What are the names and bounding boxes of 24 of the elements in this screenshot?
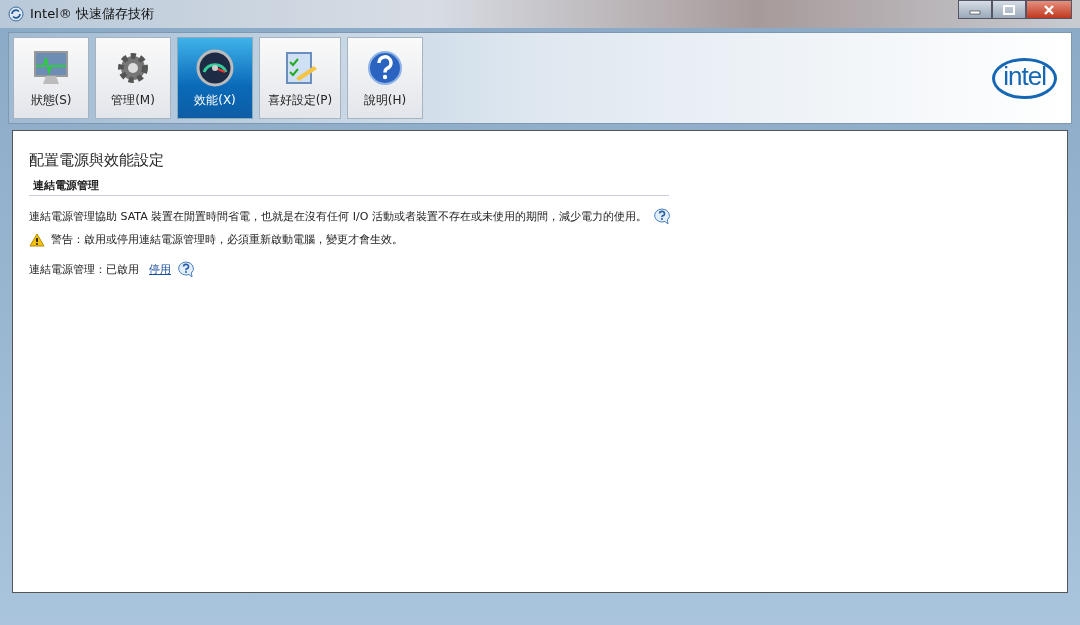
minimize-button[interactable]	[958, 0, 992, 19]
section-heading: 連結電源管理	[29, 178, 669, 196]
help-icon	[365, 48, 405, 88]
close-button[interactable]	[1026, 0, 1072, 19]
page-title: 配置電源與效能設定	[29, 151, 165, 170]
gauge-icon	[195, 48, 235, 88]
status-text: 連結電源管理：已啟用	[29, 262, 139, 277]
warning-text: 警告：啟用或停用連結電源管理時，必須重新啟動電腦，變更才會生效。	[51, 232, 403, 247]
warning-icon	[29, 232, 45, 247]
toolbar-tab[interactable]: 狀態(S)	[13, 37, 89, 119]
description-text: 連結電源管理協助 SATA 裝置在閒置時間省電，也就是在沒有任何 I/O 活動或者裝置不存在或未使用的期間，減少電力的使用。	[29, 209, 647, 224]
intel-logo: intel	[992, 57, 1057, 99]
toolbar-tab[interactable]: 管理(M)	[95, 37, 171, 119]
maximize-button[interactable]	[992, 0, 1026, 19]
toolbar-tab[interactable]: 喜好設定(P)	[259, 37, 341, 119]
disable-link[interactable]: 停用	[149, 262, 171, 277]
maximize-icon	[1003, 4, 1015, 15]
app-icon	[8, 6, 24, 22]
toolbar-tab[interactable]: 說明(H)	[347, 37, 423, 119]
help-icon[interactable]	[177, 261, 195, 278]
toolbar-tab[interactable]: 效能(X)	[177, 37, 253, 119]
window-title: Intel® 快速儲存技術	[30, 5, 154, 23]
help-icon[interactable]	[652, 208, 671, 225]
close-icon	[1043, 4, 1055, 15]
